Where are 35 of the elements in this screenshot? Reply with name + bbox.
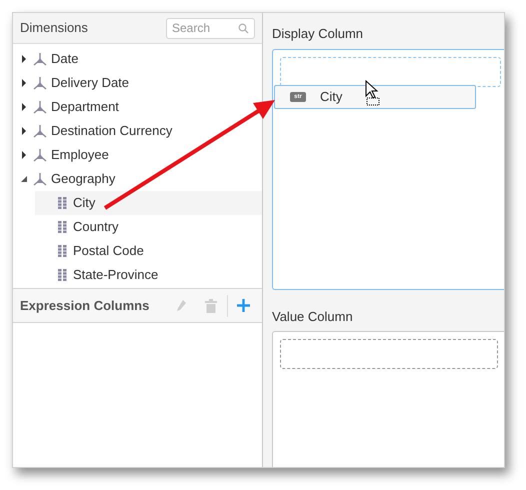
hierarchy-icon <box>33 124 47 138</box>
grid-icon <box>58 269 67 281</box>
grid-icon <box>58 221 67 233</box>
collapse-icon[interactable] <box>21 176 27 182</box>
grid-icon <box>58 197 67 209</box>
panel-title: Dimensions <box>20 19 88 38</box>
add-icon[interactable] <box>237 299 250 312</box>
tree-item[interactable]: Employee <box>13 143 113 167</box>
tree-item[interactable]: Postal Code <box>35 239 262 263</box>
hierarchy-icon <box>33 100 47 114</box>
hierarchy-icon <box>33 148 47 162</box>
tree-item[interactable]: Country <box>35 215 262 239</box>
section-label: Value Column <box>272 308 354 326</box>
expand-icon[interactable] <box>21 127 27 135</box>
tree-item[interactable]: Delivery Date <box>13 71 134 95</box>
hierarchy-icon <box>33 52 47 66</box>
section-label: Display Column <box>272 25 364 43</box>
tree-item[interactable]: Date <box>13 47 82 71</box>
tree-item[interactable]: Geography <box>13 167 120 191</box>
cursor-icon <box>365 80 381 106</box>
expand-icon[interactable] <box>21 55 27 63</box>
panel-title: Expression Columns <box>20 296 150 315</box>
hierarchy-icon <box>33 76 47 90</box>
expand-icon[interactable] <box>21 79 27 87</box>
tree-item[interactable]: State-Province <box>35 263 262 287</box>
expand-icon[interactable] <box>21 103 27 111</box>
tree-item[interactable]: City <box>35 191 262 215</box>
tree-item[interactable]: Destination Currency <box>13 119 176 143</box>
search-icon <box>238 22 249 34</box>
grid-icon <box>58 245 67 257</box>
tree-item[interactable]: Department <box>13 95 123 119</box>
search-input[interactable]: Search <box>172 19 238 37</box>
hierarchy-icon <box>33 172 47 186</box>
expand-icon[interactable] <box>21 151 27 159</box>
search-field[interactable]: Search <box>166 18 255 38</box>
